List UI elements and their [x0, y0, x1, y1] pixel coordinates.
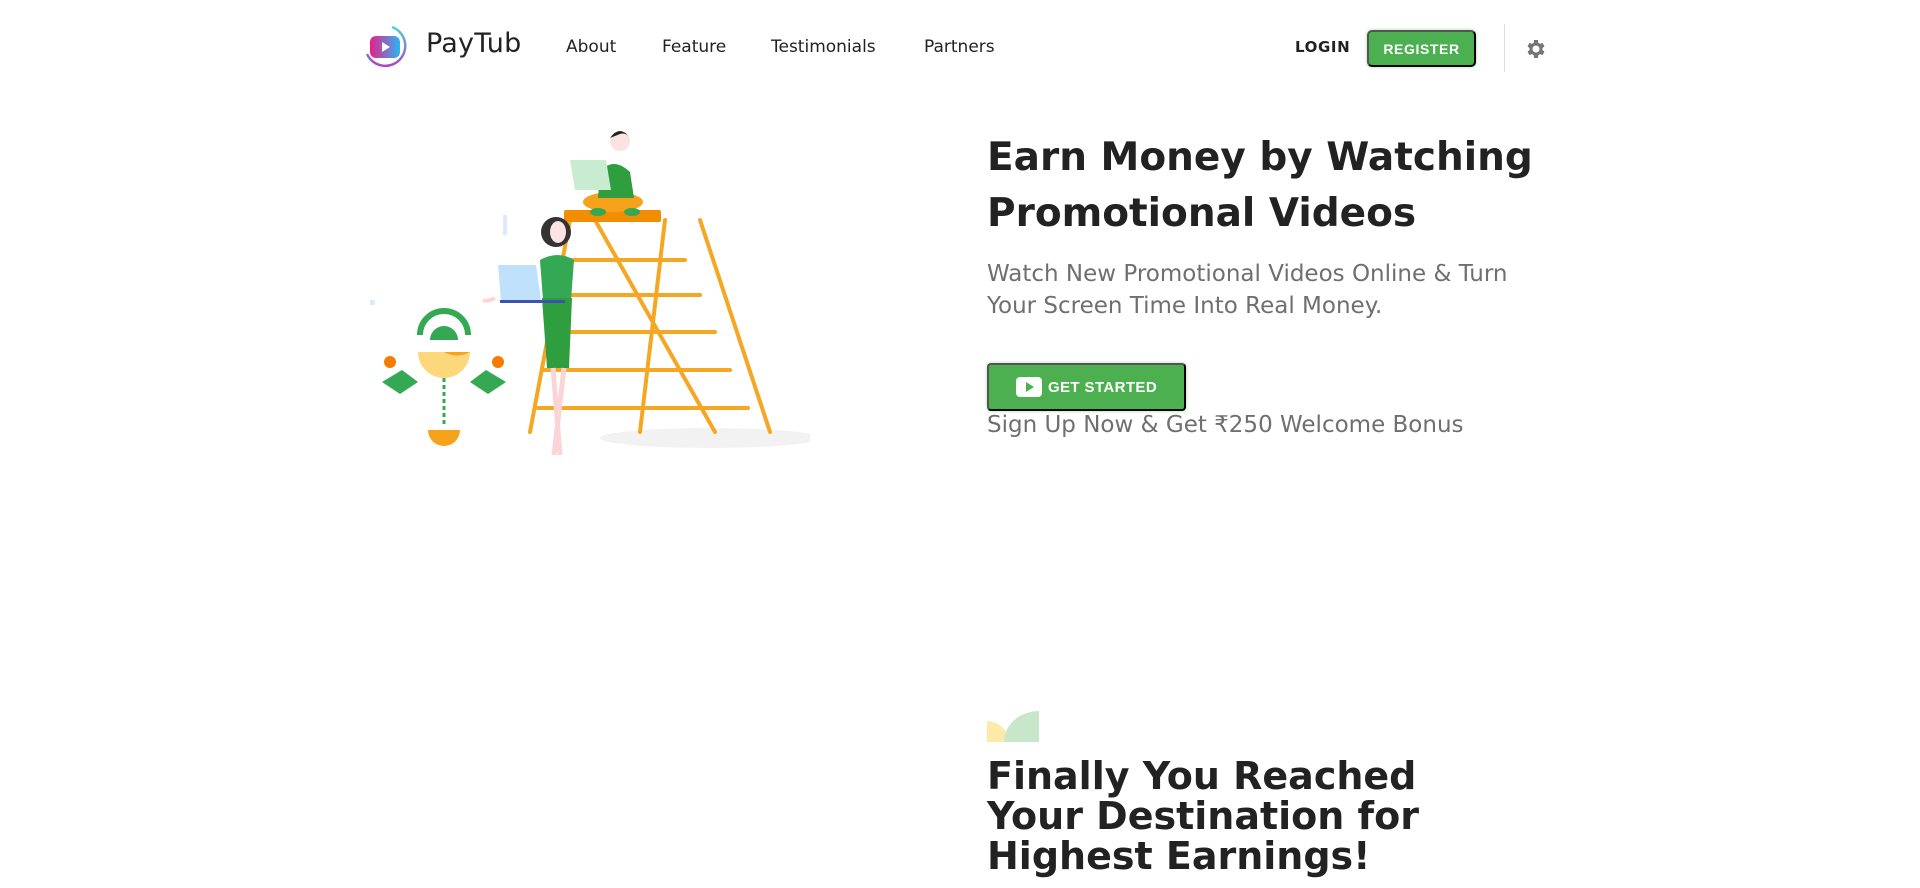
register-label: REGISTER [1383, 40, 1460, 57]
paytub-logo-icon[interactable] [362, 24, 410, 70]
nav-about[interactable]: About [566, 37, 616, 57]
section-title: Finally You Reached Your Destination for… [987, 754, 1419, 878]
man-figure [570, 131, 643, 216]
site-header: PayTub About Feature Testimonials Partne… [0, 0, 1920, 96]
nav-feature[interactable]: Feature [662, 37, 726, 57]
plant-decoration [370, 215, 507, 446]
hero-illustration [370, 131, 810, 456]
gear-icon[interactable] [1523, 37, 1547, 61]
nav-testimonials[interactable]: Testimonials [771, 37, 876, 57]
register-button[interactable]: REGISTER [1367, 30, 1476, 67]
woman-figure [482, 217, 574, 456]
hero-subtitle: Watch New Promotional Videos Online & Tu… [987, 261, 1508, 319]
welcome-bonus-text: Sign Up Now & Get ₹250 Welcome Bonus [987, 412, 1464, 438]
play-icon [1015, 377, 1042, 397]
get-started-button[interactable]: GET STARTED [987, 363, 1186, 411]
nav-partners[interactable]: Partners [924, 37, 995, 57]
leaf-decoration-icon [987, 711, 1039, 742]
login-link[interactable]: LOGIN [1295, 38, 1350, 56]
hero-title: Earn Money by Watching Promotional Video… [987, 135, 1533, 236]
get-started-label: GET STARTED [1047, 378, 1158, 396]
header-divider [1504, 24, 1505, 72]
brand-name[interactable]: PayTub [426, 28, 521, 59]
